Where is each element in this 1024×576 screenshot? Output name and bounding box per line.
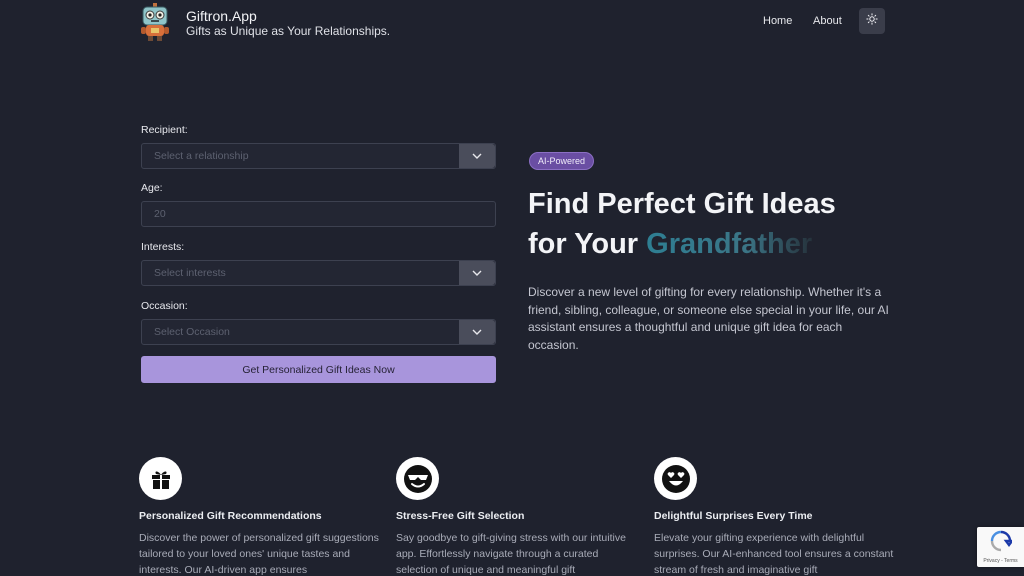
chevron-down-icon[interactable] (459, 320, 495, 344)
hero-title-accent: Grandfather (646, 228, 813, 260)
occasion-placeholder: Select Occasion (154, 326, 230, 338)
recaptcha-links[interactable]: Privacy - Terms (983, 558, 1017, 564)
brand-name[interactable]: Giftron.App (186, 8, 257, 24)
occasion-select[interactable]: Select Occasion (141, 319, 496, 345)
ai-powered-badge: AI-Powered (529, 152, 595, 170)
hero-title-line1: Find Perfect Gift Ideas (528, 188, 836, 220)
feature-title: Delightful Surprises Every Time (654, 510, 813, 522)
nav-home-link[interactable]: Home (763, 15, 792, 27)
occasion-label: Occasion: (141, 300, 188, 312)
interests-label: Interests: (141, 241, 185, 253)
hero-title-prefix: for Your (528, 228, 647, 260)
recipient-label: Recipient: (141, 124, 188, 136)
gift-icon (139, 457, 182, 500)
chevron-down-icon[interactable] (459, 144, 495, 168)
interests-placeholder: Select interests (154, 267, 226, 279)
cool-face-icon (396, 457, 439, 500)
hero-title: Find Perfect Gift Ideas for Your Grandfa… (528, 184, 928, 264)
feature-description: Elevate your gifting experience with del… (654, 532, 894, 576)
age-input[interactable]: 20 (141, 201, 496, 227)
feature-description: Discover the power of personalized gift … (139, 532, 379, 576)
robot-logo-icon[interactable] (139, 3, 171, 41)
recipient-select[interactable]: Select a relationship (141, 143, 496, 169)
chevron-down-icon[interactable] (459, 261, 495, 285)
feature-title: Stress-Free Gift Selection (396, 510, 525, 522)
interests-select[interactable]: Select interests (141, 260, 496, 286)
theme-toggle-button[interactable] (859, 8, 885, 34)
sun-icon (866, 12, 878, 30)
heart-eyes-face-icon (654, 457, 697, 500)
age-label: Age: (141, 182, 163, 194)
feature-title: Personalized Gift Recommendations (139, 510, 322, 522)
brand-tagline: Gifts as Unique as Your Relationships. (186, 24, 391, 38)
feature-description: Say goodbye to gift-giving stress with o… (396, 532, 626, 576)
hero-description: Discover a new level of gifting for ever… (528, 285, 889, 352)
nav-about-link[interactable]: About (813, 15, 842, 27)
hero-title-line2: for Your Grandfather (528, 224, 928, 264)
recipient-placeholder: Select a relationship (154, 150, 249, 162)
header: Giftron.App Gifts as Unique as Your Rela… (0, 0, 1024, 48)
get-gift-ideas-button[interactable]: Get Personalized Gift Ideas Now (141, 356, 496, 383)
recaptcha-badge[interactable]: Privacy - Terms (977, 527, 1024, 567)
recaptcha-icon (990, 530, 1014, 557)
